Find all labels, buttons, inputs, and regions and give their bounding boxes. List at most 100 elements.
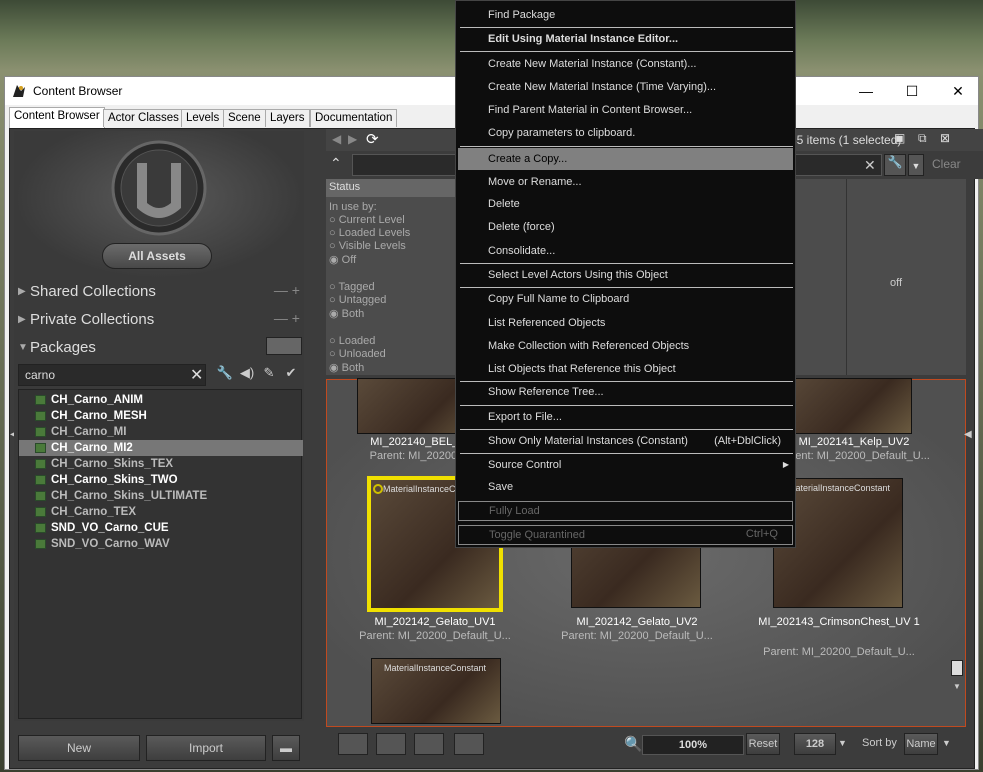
pencil-icon[interactable]: ✎	[260, 365, 278, 385]
radio-unloaded[interactable]: ○ Unloaded	[329, 348, 386, 360]
asset-thumbnail[interactable]	[782, 378, 912, 434]
package-search-input[interactable]: carno	[18, 364, 206, 386]
asset-parent: Parent: MI_20200_Default_U...	[359, 630, 511, 642]
tab-content-browser[interactable]: Content Browser	[9, 107, 105, 128]
radio-untagged[interactable]: ○ Untagged	[329, 294, 386, 306]
private-collections-header[interactable]: ▶ Private Collections — +	[18, 309, 302, 331]
collapse-right-arrow-icon[interactable]: ◀	[964, 429, 974, 449]
clear-filter-icon[interactable]: ✕	[864, 157, 876, 174]
asset-thumbnail[interactable]: MaterialInstanceConstant	[371, 658, 501, 724]
checkmark-icon[interactable]: ✔	[282, 365, 300, 385]
forward-icon[interactable]: ▶	[348, 132, 357, 146]
folder-icon[interactable]: ▬	[272, 735, 300, 761]
menu-item-copy-full-name[interactable]: Copy Full Name to Clipboard	[456, 288, 795, 310]
menu-item-select-level-actors[interactable]: Select Level Actors Using this Object	[456, 264, 795, 286]
radio-tagged[interactable]: ○ Tagged	[329, 281, 375, 293]
menu-item-delete-force[interactable]: Delete (force)	[456, 216, 795, 238]
tab-layers[interactable]: Layers	[265, 109, 310, 127]
package-item[interactable]: CH_Carno_ANIM	[19, 392, 303, 408]
radio-visible-levels[interactable]: ○ Visible Levels	[329, 240, 406, 252]
tab-documentation[interactable]: Documentation	[310, 109, 398, 127]
close-panel-icon[interactable]: ⊠	[940, 131, 950, 145]
back-icon[interactable]: ◀	[332, 132, 341, 146]
scrollbar-thumb[interactable]	[951, 660, 963, 676]
menu-item-edit-material-instance[interactable]: Edit Using Material Instance Editor...	[456, 28, 795, 50]
view-list-icon[interactable]	[454, 733, 484, 755]
add-remove-icon[interactable]: — +	[274, 282, 300, 298]
options-wrench-icon[interactable]: 🔧	[884, 154, 906, 176]
package-item[interactable]: CH_Carno_Skins_ULTIMATE	[19, 488, 303, 504]
menu-item-source-control[interactable]: Source Control ▶	[456, 454, 795, 476]
sort-select[interactable]: Name	[904, 733, 938, 755]
options-dropdown-icon[interactable]: ▼	[908, 154, 924, 176]
sort-dropdown-icon[interactable]: ▼	[942, 738, 951, 748]
thumbnail-size-select[interactable]: 128	[794, 733, 836, 755]
package-item[interactable]: CH_Carno_Skins_TWO	[19, 472, 303, 488]
menu-item-copy-parameters[interactable]: Copy parameters to clipboard.	[456, 122, 795, 144]
radio-current-level[interactable]: ○ Current Level	[329, 214, 405, 226]
menu-item-find-package[interactable]: Find Package	[456, 4, 795, 26]
maximize-button[interactable]: ☐	[889, 77, 935, 105]
package-icon	[35, 443, 46, 453]
collapse-triangle-icon: ▼	[18, 342, 28, 353]
menu-item-create-mic[interactable]: Create New Material Instance (Constant).…	[456, 53, 795, 75]
reset-zoom-button[interactable]: Reset	[746, 733, 780, 755]
tab-actor-classes[interactable]: Actor Classes	[103, 109, 184, 127]
menu-item-save[interactable]: Save	[456, 476, 795, 498]
view-grid-small-icon[interactable]	[414, 733, 444, 755]
clear-button[interactable]: Clear	[932, 157, 961, 171]
menu-item-toggle-quarantined: Toggle Quarantined Ctrl+Q	[458, 525, 793, 545]
submenu-arrow-icon: ▶	[782, 460, 789, 469]
new-tab-icon[interactable]: ▣	[894, 131, 905, 145]
undock-icon[interactable]: ⧉	[918, 131, 927, 146]
packages-header[interactable]: ▼ Packages	[18, 337, 302, 359]
list-view-toggle-icon[interactable]	[266, 337, 302, 355]
menu-item-list-referencers[interactable]: List Objects that Reference this Object	[456, 358, 795, 380]
minimize-button[interactable]: —	[843, 77, 889, 105]
menu-item-create-mitv[interactable]: Create New Material Instance (Time Varyi…	[456, 76, 795, 98]
menu-item-export-file[interactable]: Export to File...	[456, 406, 795, 428]
radio-both-loaded[interactable]: ◉ Both	[329, 361, 364, 374]
radio-loaded-levels[interactable]: ○ Loaded Levels	[329, 227, 410, 239]
package-item[interactable]: SND_VO_Carno_WAV	[19, 536, 303, 552]
radio-off[interactable]: ◉ Off	[329, 253, 356, 266]
collapse-filter-icon[interactable]: ⌃	[330, 155, 342, 172]
tab-scene[interactable]: Scene	[223, 109, 266, 127]
refresh-icon[interactable]: ⟳	[366, 130, 379, 148]
tab-levels[interactable]: Levels	[181, 109, 225, 127]
package-item[interactable]: SND_VO_Carno_CUE	[19, 520, 303, 536]
package-icon	[35, 507, 46, 517]
view-grid-large-icon[interactable]	[338, 733, 368, 755]
all-assets-button[interactable]: All Assets	[102, 243, 212, 269]
package-item[interactable]: CH_Carno_TEX	[19, 504, 303, 520]
speaker-icon[interactable]: ◀)	[238, 365, 256, 385]
radio-both[interactable]: ◉ Both	[329, 307, 364, 320]
clear-search-icon[interactable]: ✕	[190, 365, 203, 385]
zoom-level[interactable]: 100%	[642, 735, 744, 755]
radio-loaded[interactable]: ○ Loaded	[329, 335, 375, 347]
shared-collections-header[interactable]: ▶ Shared Collections — +	[18, 281, 302, 303]
package-item-selected[interactable]: CH_Carno_MI2	[19, 440, 303, 456]
menu-item-delete[interactable]: Delete	[456, 193, 795, 215]
close-button[interactable]: ✕	[935, 77, 981, 105]
import-button[interactable]: Import	[146, 735, 266, 761]
package-list: CH_Carno_ANIM CH_Carno_MESH CH_Carno_MI …	[18, 389, 303, 719]
menu-item-show-only-mic[interactable]: Show Only Material Instances (Constant)(…	[456, 430, 795, 452]
package-item[interactable]: CH_Carno_MESH	[19, 408, 303, 424]
add-remove-icon[interactable]: — +	[274, 310, 300, 326]
package-item[interactable]: CH_Carno_Skins_TEX	[19, 456, 303, 472]
package-item[interactable]: CH_Carno_MI	[19, 424, 303, 440]
menu-item-create-copy[interactable]: Create a Copy...	[458, 148, 793, 170]
view-grid-medium-icon[interactable]	[376, 733, 406, 755]
size-dropdown-icon[interactable]: ▼	[838, 738, 847, 748]
menu-item-consolidate[interactable]: Consolidate...	[456, 240, 795, 262]
menu-item-move-rename[interactable]: Move or Rename...	[456, 171, 795, 193]
menu-item-find-parent-material[interactable]: Find Parent Material in Content Browser.…	[456, 99, 795, 121]
menu-item-show-reference-tree[interactable]: Show Reference Tree...	[456, 381, 795, 403]
menu-shortcut: (Alt+DblClick)	[714, 435, 781, 447]
menu-item-list-referenced[interactable]: List Referenced Objects	[456, 312, 795, 334]
wrench-icon[interactable]: 🔧	[216, 365, 234, 385]
scroll-down-icon[interactable]: ▼	[953, 682, 961, 691]
new-button[interactable]: New	[18, 735, 140, 761]
menu-item-make-collection[interactable]: Make Collection with Referenced Objects	[456, 335, 795, 357]
